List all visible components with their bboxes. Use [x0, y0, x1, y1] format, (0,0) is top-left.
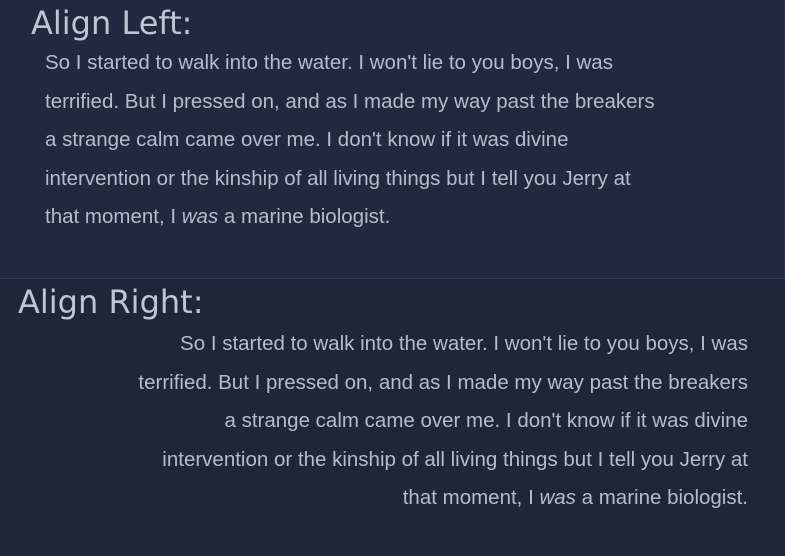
paragraph-line: a strange calm came over me. I don't kno…	[45, 128, 569, 151]
line-text: that moment, I	[402, 486, 540, 509]
emphasized-word: was	[181, 205, 219, 228]
paragraph-line-last: that moment, I was a marine biologist.	[40, 479, 748, 518]
align-right-paragraph: So I started to walk into the water. I w…	[40, 325, 748, 518]
align-right-heading: Align Right:	[18, 283, 204, 321]
align-left-heading: Align Left:	[31, 4, 193, 42]
paragraph-line: So I started to walk into the water. I w…	[45, 51, 613, 74]
align-left-paragraph: So I started to walk into the water. I w…	[45, 44, 750, 237]
paragraph-line-last: that moment, I was a marine biologist.	[45, 198, 750, 237]
paragraph-line: intervention or the kinship of all livin…	[162, 447, 748, 471]
align-right-panel: Align Right: So I started to walk into t…	[0, 278, 785, 556]
paragraph-line: So I started to walk into the water. I w…	[180, 332, 748, 355]
paragraph-line: terrified. But I pressed on, and as I ma…	[138, 370, 748, 394]
line-text: a marine biologist.	[575, 486, 748, 509]
emphasized-word: was	[539, 486, 576, 509]
line-text: that moment, I	[45, 205, 182, 228]
paragraph-line: intervention or the kinship of all livin…	[45, 166, 631, 190]
line-text: a marine biologist.	[218, 205, 391, 228]
paragraph-line: terrified. But I pressed on, and as I ma…	[45, 89, 655, 113]
align-left-panel: Align Left: So I started to walk into th…	[0, 0, 785, 278]
paragraph-line: a strange calm came over me. I don't kno…	[224, 409, 748, 432]
